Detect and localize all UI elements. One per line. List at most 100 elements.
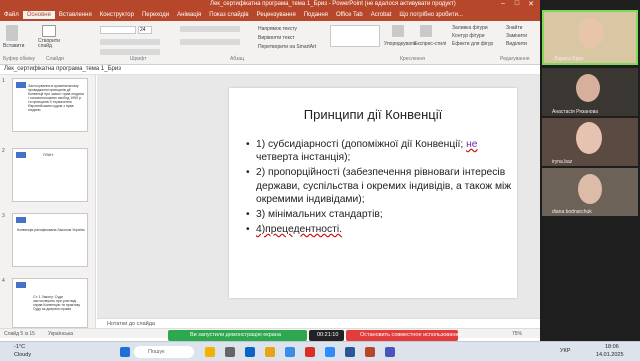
current-slide[interactable]: Принципи дії Конвенції 1) субсидіарності…: [229, 88, 517, 298]
thumbnail-slide-2[interactable]: ПЛАН:: [12, 148, 88, 202]
stop-sharing-button[interactable]: Остановить совместное использование: [346, 330, 462, 341]
participant-face: [578, 18, 604, 48]
store-icon[interactable]: [285, 347, 295, 357]
thumb-number: 4: [2, 278, 5, 284]
notes-pane[interactable]: Нотатки до слайда: [97, 318, 540, 328]
bullet-item: 1) субсидіарності (допоміжної дії Конвен…: [246, 138, 514, 164]
stop-sharing-label: Остановить совместное использование: [360, 332, 462, 338]
video-tile-1[interactable]: Лариса Бриз: [542, 10, 638, 65]
tab-view[interactable]: Подання: [300, 11, 332, 19]
list-buttons[interactable]: [180, 26, 240, 32]
tell-me-search[interactable]: Що потрібно зробити...: [395, 11, 467, 19]
tab-animations[interactable]: Анімація: [173, 11, 205, 19]
group-clipboard: Буфер обміну: [3, 56, 36, 62]
font-formatting-row[interactable]: [100, 39, 160, 45]
participant-face: [578, 174, 602, 204]
shapes-gallery[interactable]: [330, 25, 380, 47]
align-text-button[interactable]: Вирівняти текст: [258, 35, 295, 41]
thumbnail-slide-1[interactable]: Застосування в кримінальному провадженні…: [12, 78, 88, 132]
keyboard-language[interactable]: УКР: [560, 348, 570, 354]
tab-home[interactable]: Основне: [22, 11, 55, 19]
bullet-text: 3) мінімальних стандартів;: [256, 209, 383, 221]
font-family-select[interactable]: [100, 26, 136, 34]
tab-acrobat[interactable]: Acrobat: [367, 11, 396, 19]
ribbon: Вставити Створити слайд 24 Напрямок текс…: [0, 21, 540, 65]
tab-transitions[interactable]: Переходи: [138, 11, 173, 19]
group-editing: Редагування: [500, 56, 530, 62]
title-bar: Лек_сертифікатна програма_тема 1_Бриз - …: [0, 0, 540, 11]
minimize-button[interactable]: –: [496, 0, 510, 7]
zoom-level[interactable]: 75%: [512, 331, 522, 337]
file-explorer-icon[interactable]: [265, 347, 275, 357]
weather-text[interactable]: Cloudy: [14, 352, 31, 358]
thumbnail-slide-3[interactable]: Конвенція ратифікована Законом України: [12, 213, 88, 267]
thumb-number: 3: [2, 213, 5, 219]
slide-title[interactable]: Принципи дії Конвенції: [229, 107, 517, 122]
shape-outline-button[interactable]: Контур фігури: [452, 33, 484, 39]
close-button[interactable]: ✕: [524, 0, 538, 8]
select-button[interactable]: Виділити: [506, 41, 527, 47]
participant-name: Лариса Бриз: [554, 56, 584, 62]
slide-thumbnails[interactable]: 1 Застосування в кримінальному проваджен…: [0, 75, 96, 328]
tab-slideshow[interactable]: Показ слайдів: [205, 11, 252, 19]
window-title: Лек_сертифікатна програма_тема 1_Бриз - …: [210, 1, 456, 7]
thumb-text: Ст. 1 Закону: Суди застосовують при розг…: [33, 295, 81, 312]
taskbar: -1°C Cloudy Пошук УКР 18:06 14.01.2025: [0, 341, 640, 361]
start-icon[interactable]: [120, 347, 130, 357]
font-color-row[interactable]: [100, 49, 160, 55]
tab-design[interactable]: Конструктор: [96, 11, 138, 19]
tab-office-tab[interactable]: Office Tab: [332, 11, 367, 19]
video-tile-4[interactable]: diana bodnarchuk: [542, 168, 638, 216]
ribbon-tabs: Файл Основне Вставлення Конструктор Переходи…: [0, 11, 540, 21]
video-tile-2[interactable]: Анастасія Рязанова: [542, 68, 638, 116]
tab-insert[interactable]: Вставлення: [55, 11, 96, 19]
search-box[interactable]: Пошук: [134, 346, 194, 358]
teams-icon[interactable]: [385, 347, 395, 357]
maximize-button[interactable]: □: [510, 0, 524, 7]
align-buttons[interactable]: [180, 39, 240, 45]
participant-name: iryna.baz: [552, 159, 573, 165]
chrome-icon[interactable]: [305, 347, 315, 357]
shape-effects-button[interactable]: Ефекти для фігур: [452, 41, 493, 47]
weather-temp[interactable]: -1°C: [14, 344, 25, 350]
document-tabs: Лек_сертифікатна програма_тема 1_Бриз: [0, 65, 540, 75]
quick-styles-button[interactable]: Експрес-стилі: [414, 41, 446, 47]
task-view-icon[interactable]: [225, 347, 235, 357]
video-tile-3[interactable]: iryna.baz: [542, 118, 638, 166]
new-slide-icon[interactable]: [42, 25, 56, 37]
shape-fill-button[interactable]: Заливка фігури: [452, 25, 488, 31]
zoom-icon[interactable]: [325, 347, 335, 357]
arrange-button[interactable]: Упорядкувати: [384, 41, 416, 47]
replace-button[interactable]: Замінити: [506, 33, 527, 39]
clock-time[interactable]: 18:06: [605, 344, 619, 350]
language-indicator[interactable]: Українська: [48, 331, 73, 337]
smartart-button[interactable]: Перетворити на SmartArt: [258, 44, 316, 50]
powerpoint-icon[interactable]: [365, 347, 375, 357]
document-tab[interactable]: Лек_сертифікатна програма_тема 1_Бриз: [4, 66, 121, 72]
thumb-number: 1: [2, 78, 5, 84]
widgets-icon[interactable]: [205, 347, 215, 357]
paste-icon[interactable]: [6, 25, 18, 41]
notes-placeholder: Нотатки до слайда: [107, 321, 155, 327]
tab-review[interactable]: Рецензування: [253, 11, 300, 19]
find-button[interactable]: Знайти: [506, 25, 522, 31]
clock-date[interactable]: 14.01.2025: [596, 352, 624, 358]
slide-bullet-list[interactable]: 1) субсидіарності (допоміжної дії Конвен…: [246, 138, 514, 238]
quick-styles-icon[interactable]: [420, 25, 432, 37]
thumb-number: 2: [2, 148, 5, 154]
search-placeholder: Пошук: [148, 349, 165, 355]
font-size-select[interactable]: 24: [138, 26, 152, 34]
word-icon[interactable]: [345, 347, 355, 357]
bullet-item: 2) пропорційності (забезпечення рівноваг…: [246, 166, 514, 206]
tab-file[interactable]: Файл: [0, 11, 23, 19]
arrange-icon[interactable]: [392, 25, 404, 37]
thumbnail-slide-4[interactable]: Ст. 1 Закону: Суди застосовують при розг…: [12, 278, 88, 328]
bullet-text: четверта інстанція);: [256, 152, 351, 164]
new-slide-button[interactable]: Створити слайд: [38, 39, 62, 49]
thumb-text: Конвенція ратифікована Законом України: [17, 228, 85, 232]
edge-icon[interactable]: [245, 347, 255, 357]
text-direction-button[interactable]: Напрямок тексту: [258, 26, 297, 32]
bullet-text: 4)прецедентності.: [256, 224, 343, 236]
paste-button[interactable]: Вставити: [3, 43, 24, 49]
eu-flag-icon: [16, 282, 26, 288]
